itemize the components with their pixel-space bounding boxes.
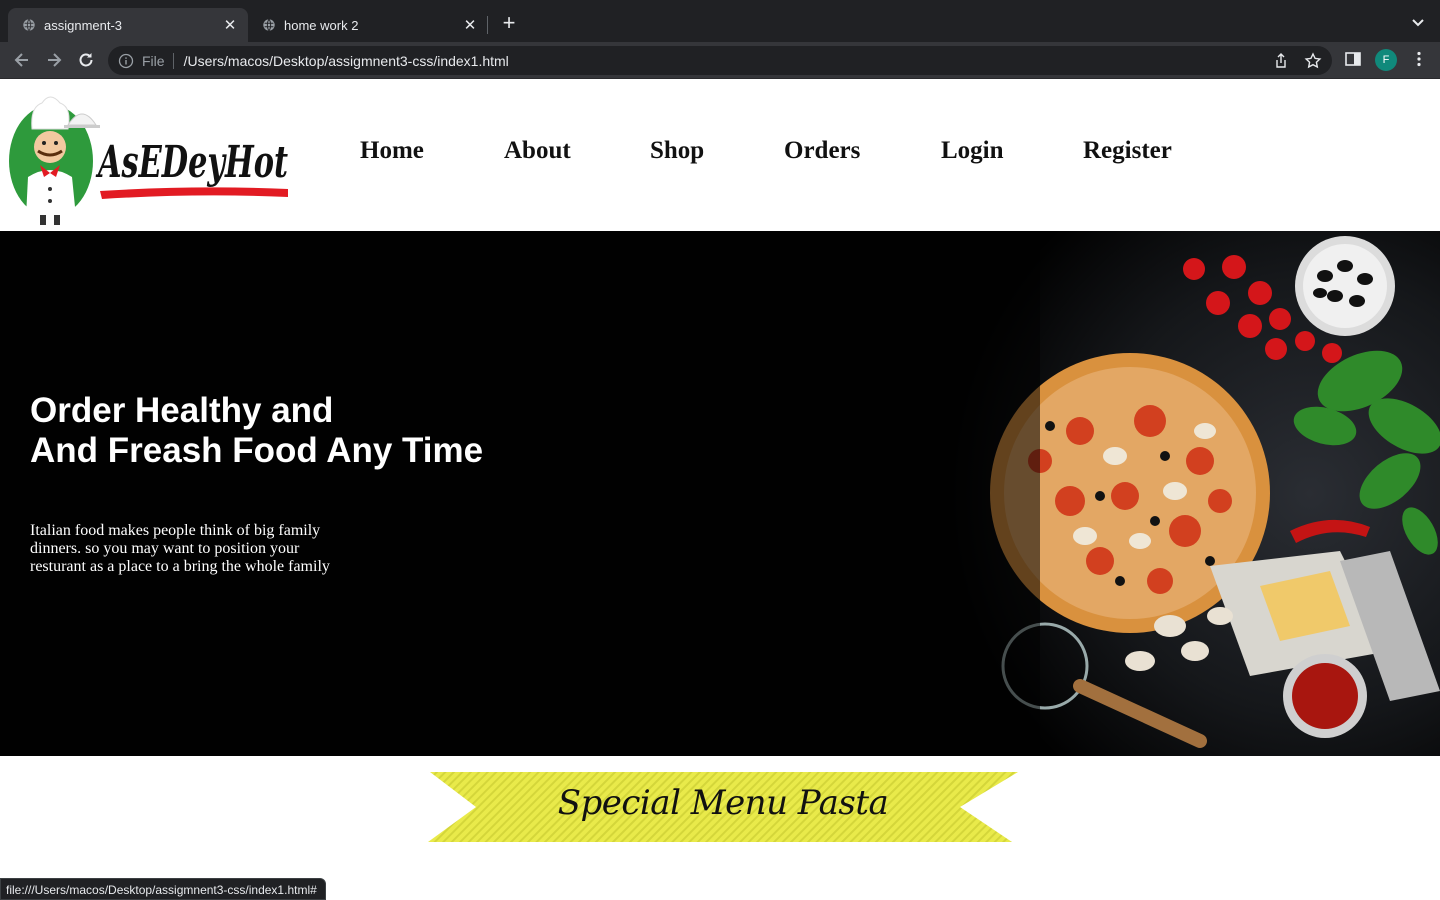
nav-link-register[interactable]: Register (1083, 137, 1172, 165)
share-icon[interactable] (1272, 52, 1290, 70)
reload-icon[interactable] (76, 50, 96, 70)
banner-title: Special Menu Pasta (557, 783, 889, 823)
nav-link-login[interactable]: Login (941, 137, 1004, 165)
close-icon[interactable]: ✕ (222, 17, 238, 34)
hero-heading-line-1: Order Healthy and (30, 391, 334, 430)
site-header: AsEDeyHot Home About Shop Orders Login R… (0, 79, 1440, 231)
tab-title: home work 2 (284, 17, 359, 33)
globe-icon (23, 19, 35, 31)
hero-heading-line-2: And Freash Food Any Time (30, 431, 484, 470)
tab-divider (487, 16, 488, 34)
url-text[interactable]: /Users/macos/Desktop/assigmnent3-css/ind… (184, 53, 509, 69)
status-bar-url: file:///Users/macos/Desktop/assigmnent3-… (0, 878, 326, 900)
nav-link-about[interactable]: About (504, 137, 571, 165)
tab-assignment-3[interactable]: assignment-3 ✕ (8, 8, 248, 42)
scheme-label: File (142, 52, 165, 69)
new-tab-button[interactable]: + (498, 12, 520, 35)
web-page: AsEDeyHot Home About Shop Orders Login R… (0, 79, 1440, 900)
hero-section: Order Healthy and And Freash Food Any Ti… (0, 231, 1440, 756)
close-icon[interactable]: ✕ (462, 17, 478, 34)
hero-paragraph: Italian food makes people think of big f… (30, 522, 330, 575)
star-icon[interactable] (1304, 52, 1322, 70)
nav-link-home[interactable]: Home (360, 137, 424, 165)
chevron-down-icon[interactable] (1410, 14, 1426, 30)
address-bar[interactable]: File /Users/macos/Desktop/assigmnent3-cs… (108, 46, 1332, 75)
browser-toolbar: File /Users/macos/Desktop/assigmnent3-cs… (0, 42, 1440, 79)
chef-logo[interactable]: AsEDeyHot (6, 85, 296, 227)
profile-avatar[interactable]: F (1375, 49, 1397, 71)
globe-icon (263, 19, 275, 31)
tab-home-work-2[interactable]: home work 2 ✕ (248, 8, 488, 42)
tab-title: assignment-3 (44, 17, 123, 33)
omnibox-divider (172, 52, 174, 69)
forward-arrow-icon[interactable] (44, 50, 64, 70)
info-icon[interactable] (118, 53, 134, 69)
back-arrow-icon[interactable] (12, 50, 32, 70)
browser-tab-strip: assignment-3 ✕ home work 2 ✕ + (0, 0, 1440, 42)
nav-link-shop[interactable]: Shop (650, 137, 704, 165)
logo-wordmark: AsEDeyHot (95, 137, 288, 188)
pizza-hero-image (920, 231, 1440, 756)
sidebar-icon[interactable] (1344, 50, 1362, 68)
more-icon[interactable] (1410, 50, 1428, 68)
hero-heading: Order Healthy and And Freash Food Any Ti… (30, 391, 483, 471)
nav-link-orders[interactable]: Orders (784, 137, 860, 165)
